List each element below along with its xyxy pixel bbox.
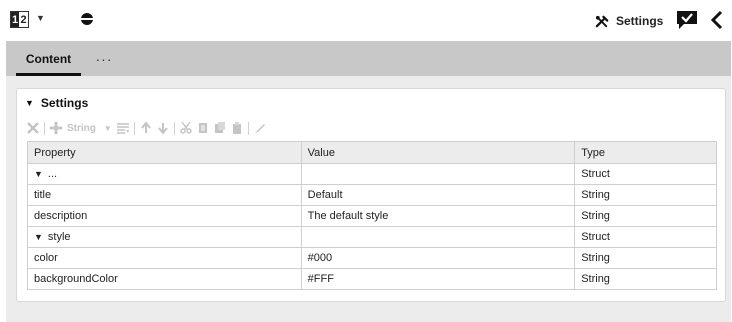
value-cell[interactable] (300, 163, 576, 185)
type-cell[interactable]: String (574, 184, 717, 206)
property-cell[interactable]: title (27, 184, 302, 206)
table-row[interactable]: description The default style String (27, 205, 717, 227)
column-header-value[interactable]: Value (300, 141, 576, 164)
property-name: title (34, 189, 52, 201)
value-cell[interactable]: #FFF (300, 268, 576, 290)
list-sort-icon (116, 123, 129, 134)
copy-icon (198, 123, 207, 133)
toolbar-separator (247, 121, 249, 135)
close-icon (27, 122, 39, 134)
property-cell[interactable]: ▼ style (27, 226, 302, 248)
settings-panel-header[interactable]: ▼ Settings (25, 95, 88, 111)
edit-button[interactable] (254, 122, 266, 134)
value-cell[interactable] (300, 226, 576, 248)
property-cell[interactable]: color (27, 247, 302, 269)
paste-into-button[interactable] (231, 122, 243, 134)
sort-button[interactable] (116, 122, 129, 134)
table-row[interactable]: ▼... Struct (27, 163, 717, 185)
toolbar-separator (133, 121, 135, 135)
plus-icon (50, 122, 62, 134)
property-name: color (34, 252, 58, 264)
value-cell[interactable]: #000 (300, 247, 576, 269)
globe-icon[interactable] (80, 12, 94, 26)
property-cell[interactable]: description (27, 205, 302, 227)
table-row[interactable]: backgroundColor #FFF String (27, 268, 717, 290)
delete-button[interactable] (27, 122, 39, 134)
column-header-type[interactable]: Type (574, 141, 717, 164)
property-name: backgroundColor (34, 273, 118, 285)
type-cell[interactable]: String (574, 205, 717, 227)
chat-check-icon[interactable] (676, 10, 698, 30)
property-name: style (47, 231, 71, 243)
number-selector-active-digit: 1 (11, 12, 19, 27)
expand-caret-icon[interactable]: ▼ (34, 169, 43, 179)
table-row[interactable]: color #000 String (27, 247, 717, 269)
add-button[interactable] (50, 122, 62, 134)
paste-icon (214, 122, 225, 133)
cut-button[interactable] (180, 122, 192, 134)
move-down-button[interactable] (157, 122, 169, 134)
table-header-row: Property Value Type (27, 141, 717, 164)
type-cell[interactable]: Struct (574, 163, 717, 185)
type-dropdown-label: String (67, 122, 96, 134)
top-toolbar: 1 2 ▼ Settings (0, 0, 732, 40)
value-cell[interactable]: The default style (300, 205, 576, 227)
clipboard-icon (232, 122, 241, 134)
move-up-button[interactable] (140, 122, 152, 134)
settings-label: Settings (616, 14, 664, 28)
property-cell[interactable]: ▼... (27, 163, 302, 185)
property-name: ... (47, 168, 58, 180)
caret-down-icon: ▼ (103, 123, 112, 133)
settings-panel: ▼ Settings String ▼ Property Value Type … (16, 88, 726, 302)
caret-down-icon[interactable]: ▼ (36, 13, 45, 23)
arrow-up-icon (141, 122, 151, 133)
copy-button[interactable] (197, 122, 209, 134)
tab-more[interactable]: ··· (92, 41, 116, 76)
settings-button[interactable]: Settings (595, 11, 663, 31)
type-dropdown[interactable]: String ▼ (67, 123, 112, 134)
paste-button[interactable] (214, 122, 226, 134)
table-row[interactable]: title Default String (27, 184, 717, 206)
toolbar-separator (173, 121, 175, 135)
scissors-icon (180, 122, 192, 134)
type-cell[interactable]: Struct (574, 226, 717, 248)
tab-content[interactable]: Content (16, 41, 81, 76)
type-cell[interactable]: String (574, 247, 717, 269)
value-cell[interactable]: Default (300, 184, 576, 206)
properties-table: Property Value Type ▼... Struct title De… (27, 141, 717, 290)
tools-icon (595, 15, 609, 27)
arrow-down-icon (158, 123, 168, 134)
number-selector[interactable]: 1 2 (10, 11, 29, 28)
toolbar-separator (44, 121, 45, 135)
grid-toolbar: String ▼ (27, 119, 266, 137)
type-cell[interactable]: String (574, 268, 717, 290)
table-row[interactable]: ▼ style Struct (27, 226, 717, 248)
chevron-left-icon[interactable] (710, 10, 724, 30)
collapse-caret-icon: ▼ (25, 98, 34, 108)
number-selector-other-digit: 2 (20, 13, 27, 26)
content-area: ▼ Settings String ▼ Property Value Type … (6, 76, 731, 322)
tab-bar: Content ··· (6, 41, 731, 76)
settings-panel-title: Settings (40, 96, 89, 110)
expand-caret-icon[interactable]: ▼ (34, 232, 43, 242)
column-header-property[interactable]: Property (27, 141, 302, 164)
property-name: description (34, 210, 88, 222)
property-cell[interactable]: backgroundColor (27, 268, 302, 290)
pencil-icon (254, 124, 265, 133)
